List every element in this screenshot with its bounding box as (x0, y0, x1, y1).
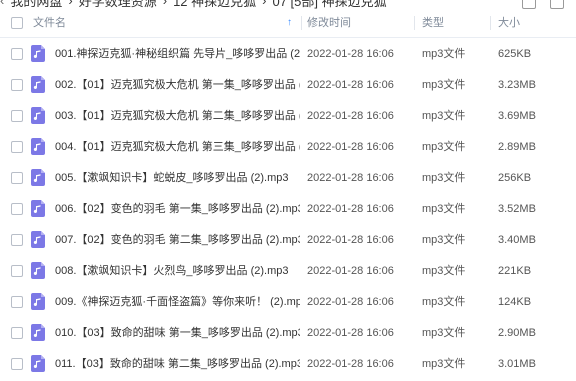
row-checkbox[interactable] (11, 358, 23, 370)
file-row[interactable]: 010.【03】致命的甜味 第一集_哆哆罗出品 (2).mp3 2022-01-2… (0, 316, 576, 350)
file-size: 3.01MB (498, 358, 536, 370)
file-row[interactable]: 009.《神探迈克狐·千面怪盗篇》等你来听！ (2).mp3 2022-01-28… (0, 285, 576, 319)
row-checkbox[interactable] (11, 48, 23, 60)
file-name[interactable]: 001.神探迈克狐·神秘组织篇 先导片_哆哆罗出品 (2).mp3 (55, 37, 300, 71)
breadcrumb: ‹ 我的网盘 › 好学数理资源 › 12 神探迈克狐 › 07 [5部] 神探迈… (0, 0, 576, 9)
row-checkbox[interactable] (11, 79, 23, 91)
audio-file-icon (31, 169, 45, 186)
file-type: mp3文件 (422, 265, 466, 277)
file-row[interactable]: 005.【漱飒知识卡】蛇蜕皮_哆哆罗出品 (2).mp3 2022-01-28 1… (0, 161, 576, 195)
file-type: mp3文件 (422, 358, 466, 370)
column-divider[interactable] (490, 16, 491, 30)
row-checkbox[interactable] (11, 110, 23, 122)
breadcrumb-item[interactable]: 我的网盘 (10, 0, 62, 9)
file-row[interactable]: 004.【01】迈克狐究极大危机 第三集_哆哆罗出品 (2).mp3 2022-0… (0, 130, 576, 164)
file-type: mp3文件 (422, 141, 466, 153)
file-name[interactable]: 002.【01】迈克狐究极大危机 第一集_哆哆罗出品 (2).mp3 (55, 68, 300, 102)
file-name[interactable]: 009.《神探迈克狐·千面怪盗篇》等你来听！ (2).mp3 (55, 285, 300, 319)
breadcrumb-separator: › (262, 0, 267, 8)
arrow-up-icon[interactable]: ↑ (287, 18, 295, 28)
file-type: mp3文件 (422, 203, 466, 215)
audio-file-icon (31, 355, 45, 372)
file-row[interactable]: 002.【01】迈克狐究极大危机 第一集_哆哆罗出品 (2).mp3 2022-0… (0, 68, 576, 102)
row-checkbox[interactable] (11, 265, 23, 277)
audio-file-icon (31, 45, 45, 62)
audio-file-icon (31, 262, 45, 279)
audio-file-icon (31, 200, 45, 217)
breadcrumb-item[interactable]: 12 神探迈克狐 (173, 0, 256, 9)
breadcrumb-separator: › (162, 0, 168, 8)
audio-file-icon (31, 231, 45, 248)
file-name[interactable]: 003.【01】迈克狐究极大危机 第二集_哆哆罗出品 (2).mp3 (55, 99, 300, 133)
column-divider[interactable] (414, 16, 415, 30)
row-checkbox[interactable] (11, 234, 23, 246)
file-modified-time: 2022-01-28 16:06 (307, 48, 394, 60)
file-size: 256KB (498, 172, 532, 184)
breadcrumb-item[interactable]: 07 [5部] 神探迈克狐 (272, 0, 386, 9)
file-type: mp3文件 (422, 296, 466, 308)
file-list-header: 文件名 ↑ 修改时间 类型 大小 (0, 9, 576, 38)
file-size: 3.40MB (498, 234, 536, 246)
file-modified-time: 2022-01-28 16:06 (307, 141, 394, 153)
column-divider[interactable] (301, 16, 302, 30)
audio-file-icon (31, 107, 45, 124)
file-modified-time: 2022-01-28 16:06 (307, 79, 394, 91)
file-name[interactable]: 011.【03】致命的甜味 第二集_哆哆罗出品 (2).mp3 (55, 347, 300, 381)
file-type: mp3文件 (422, 172, 466, 184)
file-size: 221KB (498, 265, 532, 277)
audio-file-icon (31, 76, 45, 93)
file-row[interactable]: 003.【01】迈克狐究极大危机 第二集_哆哆罗出品 (2).mp3 2022-0… (0, 99, 576, 133)
audio-file-icon (31, 324, 45, 341)
audio-file-icon (31, 138, 45, 155)
column-header-size[interactable]: 大小 (498, 9, 520, 37)
file-modified-time: 2022-01-28 16:06 (307, 172, 394, 184)
audio-file-icon (31, 293, 45, 310)
file-row[interactable]: 007.【02】变色的羽毛 第二集_哆哆罗出品 (2).mp3 2022-01-2… (0, 223, 576, 257)
file-type: mp3文件 (422, 234, 466, 246)
file-modified-time: 2022-01-28 16:06 (307, 203, 394, 215)
list-view-icon[interactable] (522, 0, 536, 9)
file-type: mp3文件 (422, 48, 466, 60)
row-checkbox[interactable] (11, 141, 23, 153)
file-modified-time: 2022-01-28 16:06 (307, 234, 394, 246)
file-row[interactable]: 006.【02】变色的羽毛 第一集_哆哆罗出品 (2).mp3 2022-01-2… (0, 192, 576, 226)
file-size: 3.69MB (498, 110, 536, 122)
file-name[interactable]: 005.【漱飒知识卡】蛇蜕皮_哆哆罗出品 (2).mp3 (55, 161, 300, 195)
file-size: 2.90MB (498, 327, 536, 339)
file-row[interactable]: 008.【漱飒知识卡】火烈鸟_哆哆罗出品 (2).mp3 2022-01-28 1… (0, 254, 576, 288)
select-all-checkbox[interactable] (11, 17, 23, 29)
row-checkbox[interactable] (11, 296, 23, 308)
column-header-name[interactable]: 文件名 (33, 9, 66, 37)
column-header-modified[interactable]: 修改时间 (307, 9, 351, 37)
breadcrumb-separator: › (68, 0, 73, 8)
file-type: mp3文件 (422, 79, 466, 91)
file-name[interactable]: 004.【01】迈克狐究极大危机 第三集_哆哆罗出品 (2).mp3 (55, 130, 300, 164)
file-name[interactable]: 007.【02】变色的羽毛 第二集_哆哆罗出品 (2).mp3 (55, 223, 300, 257)
file-modified-time: 2022-01-28 16:06 (307, 327, 394, 339)
file-name[interactable]: 006.【02】变色的羽毛 第一集_哆哆罗出品 (2).mp3 (55, 192, 300, 226)
breadcrumb-item[interactable]: 好学数理资源 (79, 0, 157, 9)
file-size: 2.89MB (498, 141, 536, 153)
row-checkbox[interactable] (11, 203, 23, 215)
file-row[interactable]: 001.神探迈克狐·神秘组织篇 先导片_哆哆罗出品 (2).mp3 2022-01… (0, 37, 576, 71)
file-size: 625KB (498, 48, 532, 60)
file-modified-time: 2022-01-28 16:06 (307, 296, 394, 308)
file-row[interactable]: 011.【03】致命的甜味 第二集_哆哆罗出品 (2).mp3 2022-01-2… (0, 347, 576, 381)
file-modified-time: 2022-01-28 16:06 (307, 358, 394, 370)
row-checkbox[interactable] (11, 327, 23, 339)
file-size: 3.52MB (498, 203, 536, 215)
file-modified-time: 2022-01-28 16:06 (307, 110, 394, 122)
file-size: 124KB (498, 296, 532, 308)
file-name[interactable]: 010.【03】致命的甜味 第一集_哆哆罗出品 (2).mp3 (55, 316, 300, 350)
column-header-type[interactable]: 类型 (422, 9, 444, 37)
back-icon[interactable]: ‹ (0, 0, 4, 8)
row-checkbox[interactable] (11, 172, 23, 184)
file-type: mp3文件 (422, 110, 466, 122)
file-size: 3.23MB (498, 79, 536, 91)
file-type: mp3文件 (422, 327, 466, 339)
grid-view-icon[interactable] (550, 0, 564, 9)
file-name[interactable]: 008.【漱飒知识卡】火烈鸟_哆哆罗出品 (2).mp3 (55, 254, 300, 288)
file-modified-time: 2022-01-28 16:06 (307, 265, 394, 277)
